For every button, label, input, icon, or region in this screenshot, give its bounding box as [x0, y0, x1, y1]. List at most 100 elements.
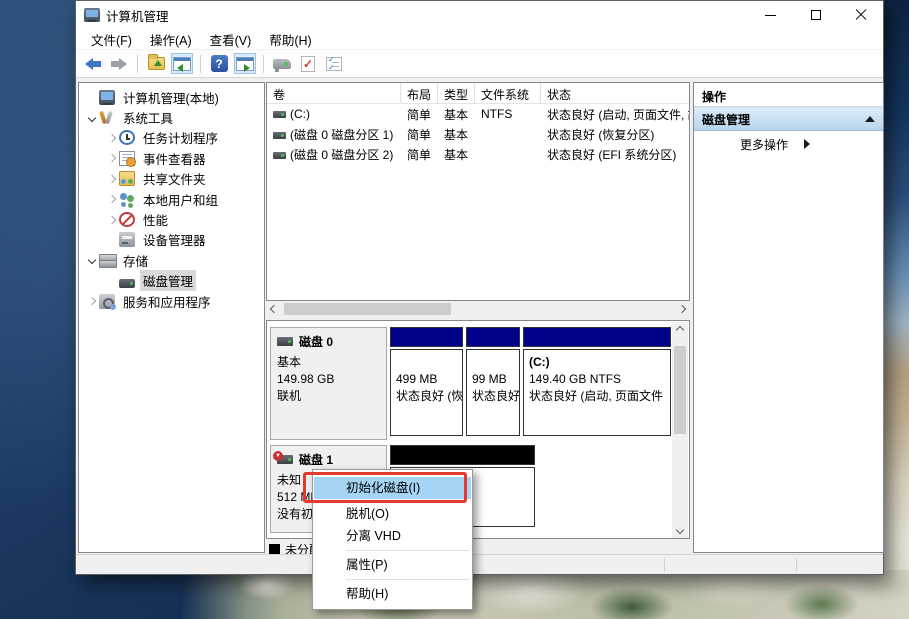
console-tree-icon	[173, 57, 191, 71]
chevron-right-icon[interactable]	[108, 215, 116, 223]
submenu-arrow-icon	[804, 139, 874, 149]
status-bar	[76, 554, 883, 574]
close-icon	[855, 9, 867, 21]
menu-separator	[346, 550, 469, 551]
column-header-filesystem[interactable]: 文件系统	[475, 83, 541, 103]
scroll-down-button[interactable]	[672, 522, 688, 538]
show-action-pane-button[interactable]	[234, 53, 256, 74]
disk-icon	[277, 337, 293, 346]
partition-band	[466, 327, 520, 347]
chevron-right-icon[interactable]	[108, 154, 116, 162]
disk0-partition-c[interactable]: (C:) 149.40 GB NTFS 状态良好 (启动, 页面文件	[523, 327, 671, 436]
chevron-right-icon[interactable]	[108, 195, 116, 203]
disk0-partition-2[interactable]: 99 MB 状态良好	[466, 327, 520, 436]
chevron-down-icon[interactable]	[88, 256, 96, 264]
volume-row-disk0-part1[interactable]: (磁盘 0 磁盘分区 1) 简单 基本 状态良好 (恢复分区)	[267, 124, 689, 144]
help-button[interactable]: ?	[208, 53, 230, 74]
partition-band	[390, 327, 463, 347]
horizontal-scrollbar[interactable]	[266, 301, 690, 317]
desktop-wallpaper-right	[880, 0, 909, 619]
column-header-status[interactable]: 状态	[541, 83, 689, 103]
tree-item-computer-management[interactable]: 计算机管理(本地)	[79, 87, 264, 107]
column-header-type[interactable]: 类型	[438, 83, 475, 103]
show-console-tree-button[interactable]	[171, 53, 193, 74]
tree-item-performance[interactable]: 性能	[79, 209, 264, 229]
volume-icon	[273, 132, 286, 139]
toolbar-separator	[263, 55, 264, 73]
maximize-icon	[811, 10, 821, 20]
local-users-groups-icon	[119, 192, 135, 207]
tree-item-storage[interactable]: 存储	[79, 250, 264, 270]
menu-item-help[interactable]: 帮助(H)	[314, 583, 471, 605]
computer-management-window: 计算机管理 文件(F) 操作(A) 查看(V) 帮助(H) ? 计算机管理(本地…	[75, 0, 884, 575]
properties-check-button[interactable]	[297, 53, 319, 74]
disk0-status: 联机	[277, 388, 380, 405]
chevron-down-icon[interactable]	[88, 113, 96, 121]
scroll-up-icon	[676, 326, 684, 334]
back-button[interactable]	[82, 53, 104, 74]
toolbar-separator	[200, 55, 201, 73]
actions-section-disk-management[interactable]: 磁盘管理	[694, 107, 883, 131]
volume-list: 卷 布局 类型 文件系统 状态 (C:) 简单 基本 NTFS 状态良好 (启动…	[266, 82, 690, 301]
volume-icon	[273, 152, 286, 159]
scroll-left-icon	[270, 305, 278, 313]
system-tools-icon	[99, 110, 115, 125]
menu-item-properties[interactable]: 属性(P)	[314, 554, 471, 576]
disk0-label[interactable]: 磁盘 0 基本 149.98 GB 联机	[270, 327, 387, 440]
menu-help[interactable]: 帮助(H)	[260, 28, 320, 51]
volume-row-c[interactable]: (C:) 简单 基本 NTFS 状态良好 (启动, 页面文件, 故	[267, 104, 689, 124]
disk0-row: 磁盘 0 基本 149.98 GB 联机 499 MB 状态良好 (恢 99 M…	[270, 327, 670, 440]
scroll-right-icon	[678, 305, 686, 313]
minimize-button[interactable]	[748, 1, 793, 29]
services-applications-icon	[99, 294, 115, 309]
up-folder-button[interactable]	[145, 53, 167, 74]
maximize-button[interactable]	[793, 1, 838, 29]
scroll-right-button[interactable]	[674, 301, 690, 317]
tree-item-shared-folders[interactable]: 共享文件夹	[79, 169, 264, 189]
vertical-scrollbar[interactable]	[672, 322, 688, 538]
console-tool-button[interactable]	[271, 53, 293, 74]
menu-file[interactable]: 文件(F)	[82, 28, 141, 51]
disk0-partition-1[interactable]: 499 MB 状态良好 (恢	[390, 327, 463, 436]
vertical-scroll-thumb[interactable]	[674, 346, 686, 434]
tree-item-event-viewer[interactable]: 事件查看器	[79, 148, 264, 168]
tree-item-local-users-groups[interactable]: 本地用户和组	[79, 189, 264, 209]
volume-row-disk0-part2[interactable]: (磁盘 0 磁盘分区 2) 简单 基本 状态良好 (EFI 系统分区)	[267, 144, 689, 164]
event-viewer-icon	[119, 151, 135, 166]
console-tree: 计算机管理(本地) 系统工具 任务计划程序 事件查看器 共享文件夹 本地用户和组	[78, 82, 265, 553]
tree-item-services-applications[interactable]: 服务和应用程序	[79, 291, 264, 311]
column-header-layout[interactable]: 布局	[401, 83, 438, 103]
collapse-arrow-icon[interactable]	[865, 116, 875, 122]
menu-bar: 文件(F) 操作(A) 查看(V) 帮助(H)	[76, 29, 883, 50]
window-title: 计算机管理	[106, 6, 169, 25]
desktop-wallpaper-bottom	[180, 570, 909, 619]
more-actions-item[interactable]: 更多操作	[694, 131, 883, 157]
menu-item-offline[interactable]: 脱机(O)	[314, 503, 471, 525]
chevron-right-icon[interactable]	[88, 297, 96, 305]
tree-item-disk-management[interactable]: 磁盘管理	[79, 271, 264, 291]
scroll-up-button[interactable]	[672, 322, 688, 338]
uninitialized-disk-icon	[277, 455, 293, 464]
folder-up-icon	[148, 57, 165, 70]
tree-item-system-tools[interactable]: 系统工具	[79, 107, 264, 127]
checklist-button[interactable]	[323, 53, 345, 74]
chevron-right-icon[interactable]	[108, 134, 116, 142]
scroll-left-button[interactable]	[266, 301, 282, 317]
column-header-volume[interactable]: 卷	[267, 83, 401, 103]
forward-button[interactable]	[108, 53, 130, 74]
chevron-right-icon[interactable]	[108, 175, 116, 183]
storage-icon	[99, 253, 115, 268]
menu-action[interactable]: 操作(A)	[141, 28, 201, 51]
close-button[interactable]	[838, 1, 883, 29]
title-bar[interactable]: 计算机管理	[76, 1, 883, 29]
menu-view[interactable]: 查看(V)	[201, 28, 261, 51]
device-manager-icon	[119, 232, 135, 247]
unallocated-band	[390, 445, 535, 465]
tree-item-task-scheduler[interactable]: 任务计划程序	[79, 128, 264, 148]
horizontal-scroll-thumb[interactable]	[284, 303, 451, 315]
tree-item-device-manager[interactable]: 设备管理器	[79, 230, 264, 250]
menu-item-detach-vhd[interactable]: 分离 VHD	[314, 525, 471, 547]
minimize-icon	[765, 15, 776, 16]
forward-arrow-icon	[111, 58, 127, 70]
red-highlight-annotation	[303, 472, 467, 503]
